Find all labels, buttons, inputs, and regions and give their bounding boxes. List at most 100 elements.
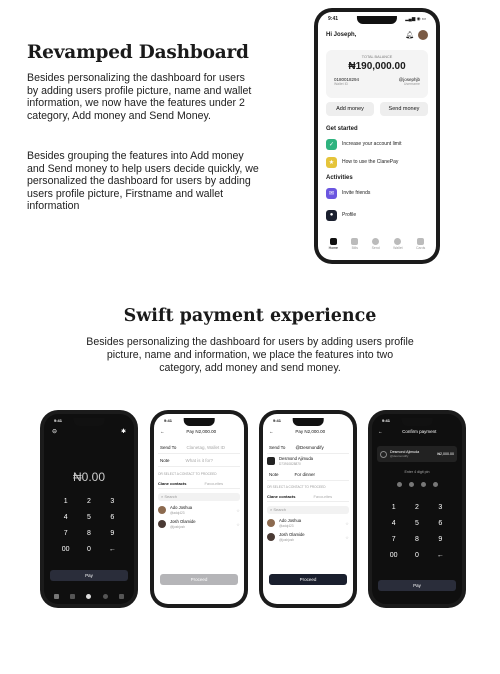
send-to-input[interactable]: Clanetag, Wallet ID xyxy=(186,445,225,450)
send-money-button[interactable]: Send money xyxy=(380,102,428,116)
page-header: Pay N2,000.00 xyxy=(186,429,217,434)
scan-icon[interactable]: ⊖ xyxy=(52,428,57,435)
status-icons: ▂▄▆ ◉ ▭ xyxy=(405,16,426,21)
send-to-label: Send To xyxy=(160,444,177,450)
tab-wallet[interactable]: Wallet xyxy=(393,238,403,250)
dashboard-description-1: Besides personalizing the dashboard for … xyxy=(27,72,252,122)
tab-favourites[interactable]: Favourites xyxy=(204,481,223,486)
keypad-key[interactable]: 0 xyxy=(405,552,428,559)
keypad-key[interactable]: 3 xyxy=(101,498,124,505)
keypad-key[interactable]: 1 xyxy=(382,504,405,511)
keypad-key[interactable]: 5 xyxy=(77,514,100,521)
list-item[interactable]: Josh Olamide @joshjosh ☆ xyxy=(158,517,240,531)
tab-home[interactable]: Home xyxy=(329,238,338,250)
dashboard-phone-mockup: 9:41 ▂▄▆ ◉ ▭ Hi Joseph, 🔔︎ TOTAL BALANCE… xyxy=(314,8,440,264)
pay-button[interactable]: Pay xyxy=(378,580,456,591)
balance-label: TOTAL BALANCE xyxy=(361,55,393,59)
keypad-key[interactable]: 0 xyxy=(77,546,100,553)
avatar xyxy=(267,533,275,541)
tab-send[interactable]: Send xyxy=(372,238,380,250)
card-icon[interactable] xyxy=(119,594,125,599)
numeric-keypad: 1 2 3 4 5 6 7 8 9 00 0 ← xyxy=(382,504,452,559)
list-item[interactable]: Josh Olamide @joshjosh ☆ xyxy=(267,530,349,544)
activity-profile[interactable]: ● Profile xyxy=(326,208,428,222)
avatar[interactable] xyxy=(418,30,428,40)
search-input[interactable]: ⌕ Search xyxy=(267,506,349,514)
keypad-key[interactable]: 9 xyxy=(429,536,452,543)
keypad-key[interactable]: 2 xyxy=(77,498,100,505)
phone-amount-entry: 9:41 ⊖ ✱ ₦0.00 1 2 3 4 5 6 7 8 9 00 0 ← Pay xyxy=(40,410,138,608)
keypad-key[interactable]: 2 xyxy=(405,504,428,511)
proceed-button[interactable]: Proceed xyxy=(269,574,347,585)
shield-icon: ✓ xyxy=(326,138,337,150)
list-item[interactable]: Ado Joshua @adoj423 ☆ xyxy=(267,516,349,530)
recipient-card: Desmond Ajimuda D73910828870 xyxy=(267,454,349,468)
keypad-key[interactable]: 9 xyxy=(101,530,124,537)
recipient-icon xyxy=(267,457,275,465)
keypad-key[interactable]: 8 xyxy=(405,536,428,543)
bills-icon[interactable] xyxy=(70,594,76,599)
keypad-key[interactable]: 6 xyxy=(101,514,124,521)
bottom-tab-bar: Home Bills Send Wallet Cards xyxy=(322,238,432,250)
keypad-key[interactable]: 00 xyxy=(382,552,405,559)
keypad-key[interactable]: 3 xyxy=(429,504,452,511)
tab-clane-contacts[interactable]: Clane contacts xyxy=(158,481,186,486)
note-label: Note xyxy=(269,471,279,477)
gs-item-label: Increase your account limit xyxy=(342,141,402,147)
star-icon: ☆ xyxy=(236,507,240,513)
tab-bills[interactable]: Bills xyxy=(351,238,359,250)
keypad-key[interactable]: 6 xyxy=(429,520,452,527)
star-icon: ☆ xyxy=(236,521,240,527)
keypad-key[interactable]: 00 xyxy=(54,546,77,553)
tab-cards[interactable]: Cards xyxy=(416,238,425,250)
phone-send-to-filled: 9:41 ← Pay N2,000.00 Send To @Desmondify … xyxy=(259,410,357,608)
activities-heading: Activities xyxy=(326,175,353,181)
backspace-key[interactable]: ← xyxy=(429,552,452,559)
avatar xyxy=(158,506,166,514)
note-input[interactable]: What is it for? xyxy=(186,458,214,463)
username-label: Username xyxy=(403,82,420,86)
star-icon: ☆ xyxy=(345,534,349,540)
page-header: Pay N2,000.00 xyxy=(295,429,326,434)
keypad-key[interactable]: 8 xyxy=(77,530,100,537)
numeric-keypad: 1 2 3 4 5 6 7 8 9 00 0 ← xyxy=(54,498,124,553)
home-icon[interactable] xyxy=(53,594,59,599)
tab-favourites[interactable]: Favourites xyxy=(313,494,332,499)
phone-send-to-empty: 9:41 ← Pay N2,000.00 Send To Clanetag, Wa… xyxy=(150,410,248,608)
gs-item-label: How to use the ClanePay xyxy=(342,159,399,165)
keypad-key[interactable]: 7 xyxy=(54,530,77,537)
status-time: 9:41 xyxy=(382,418,391,423)
list-item[interactable]: Ado Joshua @adoj423 ☆ xyxy=(158,503,240,517)
gs-item-limit[interactable]: ✓ Increase your account limit xyxy=(326,137,428,151)
wallet-icon[interactable] xyxy=(102,594,108,599)
keypad-key[interactable]: 4 xyxy=(54,514,77,521)
pay-button[interactable]: Pay xyxy=(50,570,128,581)
greeting: Hi Joseph, xyxy=(326,32,357,38)
bell-icon[interactable]: 🔔︎ xyxy=(405,31,414,39)
keypad-key[interactable]: 4 xyxy=(382,520,405,527)
keypad-key[interactable]: 1 xyxy=(54,498,77,505)
activity-label: Profile xyxy=(342,212,357,218)
tab-clane-contacts[interactable]: Clane contacts xyxy=(267,494,295,499)
keypad-key[interactable]: 7 xyxy=(382,536,405,543)
avatar xyxy=(158,520,166,528)
keypad-key[interactable]: 5 xyxy=(405,520,428,527)
proceed-button[interactable]: Proceed xyxy=(160,574,238,585)
balance-card: TOTAL BALANCE ₦190,000.00 0180018294 @jo… xyxy=(326,50,428,98)
page-header: Confirm payment xyxy=(402,429,437,434)
bluetooth-icon[interactable]: ✱ xyxy=(121,428,126,435)
wallet-icon xyxy=(394,238,402,245)
note-input[interactable]: For dinner xyxy=(295,472,316,477)
send-icon[interactable] xyxy=(86,594,92,599)
backspace-key[interactable]: ← xyxy=(101,546,124,553)
search-input[interactable]: ⌕ Search xyxy=(158,493,240,501)
status-time: 9:41 xyxy=(164,418,173,423)
send-to-input[interactable]: @Desmondify xyxy=(295,445,323,450)
wallet-id-label: Wallet ID xyxy=(334,82,349,86)
gs-item-howto[interactable]: ★ How to use the ClanePay xyxy=(326,155,428,169)
activity-invite[interactable]: ✉ Invite friends xyxy=(326,186,428,200)
amount-display: ₦0.00 xyxy=(72,470,106,484)
add-money-button[interactable]: Add money xyxy=(326,102,374,116)
invite-icon: ✉ xyxy=(326,187,337,199)
select-contact-label: OR SELECT A CONTACT TO PROCEED xyxy=(158,472,217,476)
